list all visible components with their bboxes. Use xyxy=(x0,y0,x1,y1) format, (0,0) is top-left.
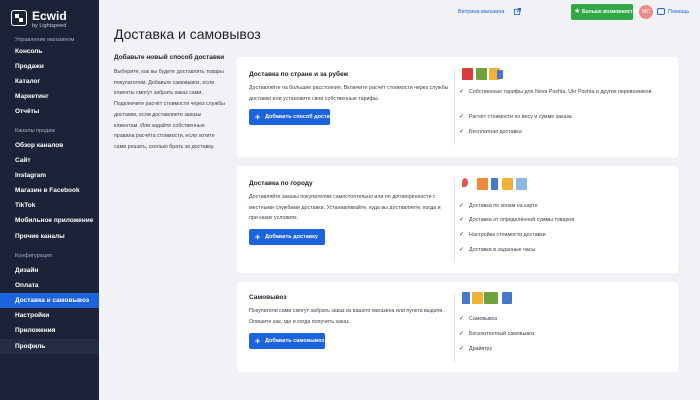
card-national-shipping: Доставка по стране и за рубеж Доставляйт… xyxy=(237,57,678,157)
sidebar-item-other-channels[interactable]: Прочие каналы xyxy=(0,229,99,244)
external-link-icon xyxy=(514,8,521,15)
avatar[interactable]: МС xyxy=(639,5,653,19)
store-icon xyxy=(462,292,470,304)
feature-item: Бесплатная доставка xyxy=(459,128,674,136)
courier-icon xyxy=(491,178,498,190)
card-description: Покупатели сами смогут забрать заказ из … xyxy=(249,308,444,325)
sidebar-item-design[interactable]: Дизайн xyxy=(0,263,99,278)
sidebar-item-settings[interactable]: Настройки xyxy=(0,308,99,323)
feature-item: Бесконтактный самовывоз xyxy=(459,330,674,338)
sidebar-item-instagram[interactable]: Instagram xyxy=(0,168,99,183)
upgrade-label: Больше возможностей xyxy=(582,9,639,15)
car-icon xyxy=(502,292,512,304)
nav-section-config: Конфигурация xyxy=(15,253,52,259)
add-delivery-button[interactable]: Добавить доставку xyxy=(249,229,325,245)
card-divider xyxy=(454,178,455,262)
feature-item: Доставка по зонам на карте xyxy=(459,202,674,210)
nav-section-channels: Каналы продаж xyxy=(15,128,55,134)
card-pickup: Самовывоз Покупатели сами смогут забрать… xyxy=(237,282,678,372)
intro-title: Добавьте новый способ доставки xyxy=(114,54,225,61)
sidebar-item-payment[interactable]: Оплата xyxy=(0,278,99,293)
intro-description: Выберите, как вы будете доставлять товар… xyxy=(114,69,225,150)
card-title: Доставка по стране и за рубеж xyxy=(249,71,349,78)
card-description: Доставляйте на большие расстояния. Включ… xyxy=(249,85,449,102)
sidebar-item-tiktok[interactable]: TikTok xyxy=(0,198,99,213)
nav-section-manage: Управление магазином xyxy=(15,37,75,43)
sidebar-item-site[interactable]: Сайт xyxy=(0,153,99,168)
chat-icon xyxy=(657,8,665,15)
box-icon xyxy=(472,292,483,304)
sidebar-item-apps[interactable]: Приложения xyxy=(0,323,99,338)
ecwid-logo-icon xyxy=(11,10,27,26)
delivery-box-icon xyxy=(477,178,488,190)
card-title: Доставка по городу xyxy=(249,180,313,187)
sidebar-item-mobile-app[interactable]: Мобильное приложение xyxy=(0,213,99,228)
card-divider xyxy=(454,294,455,364)
feature-item: Собственные тарифы для Nova Poshta, Ukr … xyxy=(459,88,674,96)
calendar-icon xyxy=(516,178,527,190)
logo[interactable]: Ecwid by Lightspeed xyxy=(11,8,91,32)
sidebar-item-console[interactable]: Консоль xyxy=(0,44,99,59)
package-icon xyxy=(502,178,513,190)
card-title: Самовывоз xyxy=(249,294,287,301)
carrier-logo-icon xyxy=(497,70,503,79)
card-description: Доставляйте заказы покупателям самостоят… xyxy=(249,194,441,222)
page-title: Доставка и самовывоз xyxy=(114,26,261,42)
sidebar-item-channels-overview[interactable]: Обзор каналов xyxy=(0,138,99,153)
feature-item: Настройка стоимости доставки xyxy=(459,231,674,239)
map-pin-icon xyxy=(462,178,468,187)
feature-item: Драйвтру xyxy=(459,345,674,353)
storefront-link[interactable]: Витрина магазина xyxy=(458,9,504,15)
logo-sub: by Lightspeed xyxy=(32,23,67,29)
add-pickup-button[interactable]: Добавить самовывоз xyxy=(249,333,325,349)
sidebar: Ecwid by Lightspeed Управление магазином… xyxy=(0,0,99,400)
sidebar-item-catalog[interactable]: Каталог xyxy=(0,74,99,89)
upgrade-button[interactable]: ★ Больше возможностей xyxy=(571,4,639,20)
shop-icon xyxy=(484,292,498,304)
sidebar-item-facebook[interactable]: Магазин в Facebook xyxy=(0,183,99,198)
feature-item: Расчёт стоимости по весу и сумме заказа xyxy=(459,113,674,121)
card-divider xyxy=(454,69,455,145)
carrier-logo-icon xyxy=(462,68,473,80)
help-link[interactable]: Помощь xyxy=(668,9,689,15)
feature-item: Доставка от определённой суммы товаров xyxy=(459,216,674,224)
logo-name: Ecwid xyxy=(32,9,67,23)
sidebar-item-shipping[interactable]: Доставка и самовывоз xyxy=(0,293,99,308)
feature-item: Доставка в заданные часы xyxy=(459,246,674,254)
sidebar-item-profile[interactable]: Профиль xyxy=(0,339,99,354)
card-local-delivery: Доставка по городу Доставляйте заказы по… xyxy=(237,166,678,273)
star-icon: ★ xyxy=(574,8,581,15)
sidebar-item-sales[interactable]: Продажи xyxy=(0,59,99,74)
carrier-logo-icon xyxy=(476,68,487,80)
add-shipping-method-button[interactable]: Добавить способ доставки xyxy=(249,109,339,125)
feature-item: Самовывоз xyxy=(459,315,674,323)
sidebar-item-reports[interactable]: Отчёты xyxy=(0,104,99,119)
sidebar-item-marketing[interactable]: Маркетинг xyxy=(0,89,99,104)
